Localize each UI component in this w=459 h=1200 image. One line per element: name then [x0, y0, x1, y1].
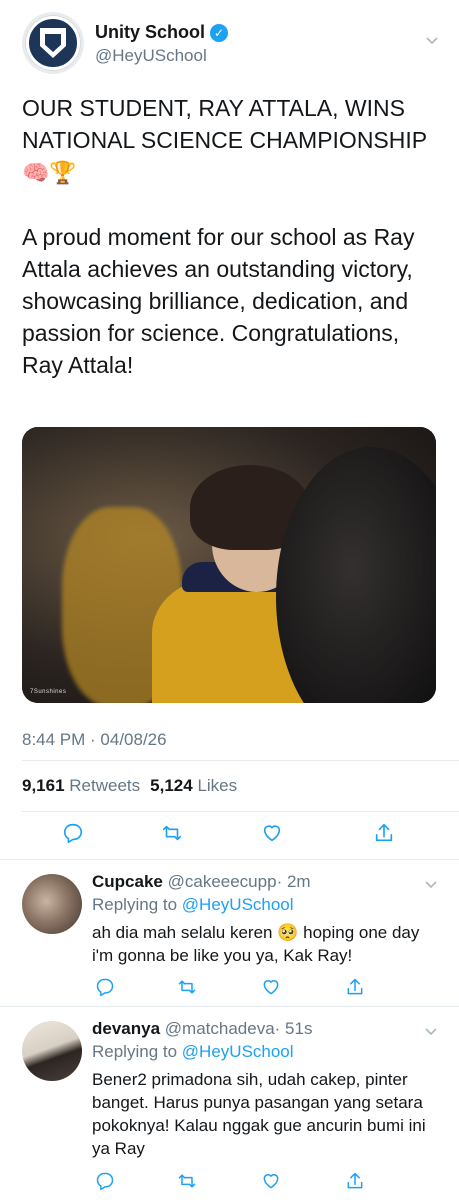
share-icon[interactable]	[345, 977, 365, 997]
reply-header: devanya @matchadeva· 51s	[92, 1019, 432, 1039]
retweet-icon	[162, 825, 182, 841]
handle[interactable]: @HeyUSchool	[95, 46, 228, 66]
author-block[interactable]: Unity School ✓ @HeyUSchool	[95, 22, 229, 66]
heart-icon[interactable]	[261, 1171, 281, 1191]
reply-author-handle[interactable]: @matchadeva	[165, 1019, 275, 1038]
verified-badge-icon: ✓	[210, 23, 229, 42]
reply-author-name[interactable]: Cupcake	[92, 872, 163, 891]
replying-to: Replying to @HeyUSchool	[92, 1042, 294, 1061]
tweet-timestamp[interactable]: 8:44 PM · 04/08/26	[22, 730, 167, 750]
share-icon[interactable]	[345, 1171, 365, 1191]
avatar[interactable]	[22, 1021, 82, 1081]
heart-icon[interactable]	[261, 977, 281, 997]
tweet-body: A proud moment for our school as Ray Att…	[22, 224, 415, 378]
reply-icon[interactable]	[95, 977, 115, 997]
reply-text: ah dia mah selalu keren 🥺 hoping one day…	[92, 923, 420, 965]
reply-author-handle[interactable]: @cakeeecupp	[168, 872, 277, 891]
retweet-icon[interactable]	[177, 1171, 197, 1191]
likes-stat[interactable]: 5,124 Likes	[150, 776, 237, 796]
reply-body: devanya @matchadeva· 51s Replying to @He…	[92, 1019, 432, 1160]
avatar[interactable]	[22, 874, 82, 934]
chevron-down-icon[interactable]	[425, 878, 437, 890]
mention-link[interactable]: @HeyUSchool	[182, 895, 294, 914]
reply-body: Cupcake @cakeeecupp· 2m Replying to @Hey…	[92, 872, 432, 967]
heart-icon	[263, 825, 281, 842]
tweet-text: OUR STUDENT, RAY ATTALA, WINS NATIONAL S…	[22, 92, 442, 381]
school-crest-logo	[26, 16, 80, 70]
reply-action-bar	[95, 977, 375, 999]
tweet-action-bar	[0, 820, 459, 850]
reply-tweet[interactable]: devanya @matchadeva· 51s Replying to @He…	[0, 1007, 459, 1200]
tweet-header: Unity School ✓ @HeyUSchool	[22, 12, 442, 76]
tweet-headline: OUR STUDENT, RAY ATTALA, WINS NATIONAL S…	[22, 95, 428, 185]
reply-button[interactable]	[60, 820, 86, 846]
like-button[interactable]	[259, 820, 285, 846]
reply-icon	[63, 823, 83, 843]
replying-to: Replying to @HeyUSchool	[92, 895, 294, 914]
tweet-stats: 9,161 Retweets 5,124 Likes	[22, 776, 237, 796]
chevron-down-icon[interactable]	[425, 1025, 437, 1037]
reply-time: · 2m	[276, 872, 311, 891]
chevron-down-icon[interactable]	[426, 34, 438, 46]
reply-time: · 51s	[274, 1019, 313, 1038]
reply-icon[interactable]	[95, 1171, 115, 1191]
retweets-stat[interactable]: 9,161 Retweets	[22, 776, 140, 796]
retweet-icon[interactable]	[177, 977, 197, 997]
display-name[interactable]: Unity School ✓	[95, 22, 229, 43]
share-button[interactable]	[371, 820, 397, 846]
share-icon	[375, 823, 393, 842]
mention-link[interactable]: @HeyUSchool	[182, 1042, 294, 1061]
tweet-image[interactable]: 7Sunshines	[22, 427, 436, 703]
divider	[22, 760, 459, 761]
divider	[22, 811, 459, 812]
reply-author-name[interactable]: devanya	[92, 1019, 160, 1038]
retweet-button[interactable]	[159, 820, 185, 846]
emoji-brain-trophy: 🧠🏆	[22, 160, 77, 185]
reply-header: Cupcake @cakeeecupp· 2m	[92, 872, 432, 892]
reply-text: Bener2 primadona sih, udah cakep, pinter…	[92, 1070, 426, 1158]
reply-action-bar	[95, 1171, 375, 1193]
avatar[interactable]	[22, 12, 84, 74]
display-name-text[interactable]: Unity School	[95, 22, 205, 43]
reply-tweet[interactable]: Cupcake @cakeeecupp· 2m Replying to @Hey…	[0, 860, 459, 1006]
image-watermark: 7Sunshines	[30, 689, 67, 695]
